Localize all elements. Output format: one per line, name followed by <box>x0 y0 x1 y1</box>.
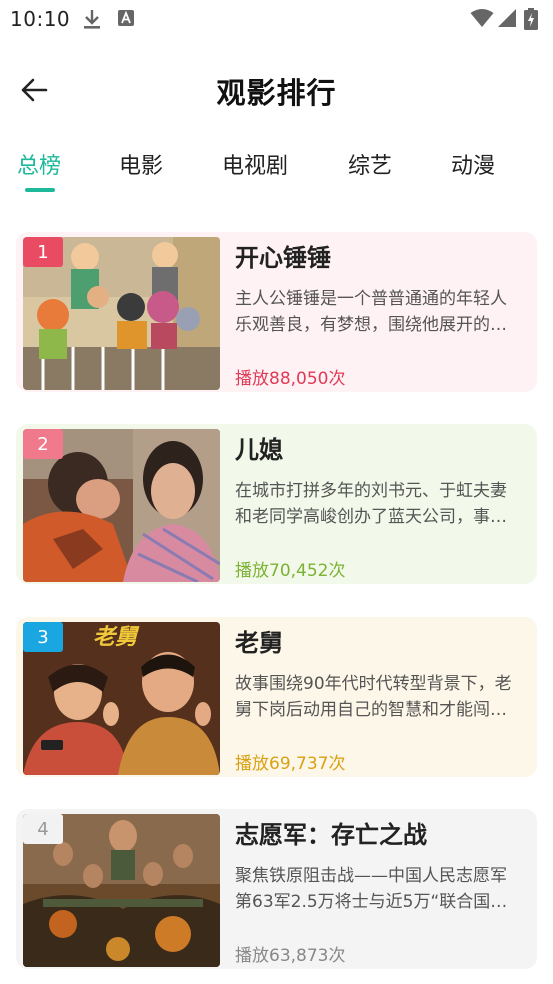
download-icon <box>82 8 102 34</box>
battery-charging-icon <box>524 8 538 34</box>
poster-thumbnail: 2 <box>23 429 220 582</box>
poster-thumbnail: 3 老舅 <box>23 622 220 775</box>
ranking-item[interactable]: 1 开心锤锤 主人公锤锤是一个普普通通的年轻人乐观善良，有梦想，围绕他展开的各种… <box>16 232 537 392</box>
item-title: 老舅 <box>235 629 283 657</box>
category-tabs: 总榜 电影 电视剧 综艺 动漫 <box>0 148 553 198</box>
poster-thumbnail: 4 <box>23 814 220 967</box>
page-title: 观影排行 <box>216 76 337 110</box>
ranking-item[interactable]: 2 儿媳 在城市打拼多年的刘书元、于虹夫妻和老同学高峻创办了蓝天公司，事业蒸蒸日… <box>16 424 537 584</box>
active-tab-indicator <box>25 188 55 192</box>
rank-badge: 1 <box>23 237 63 267</box>
item-title: 志愿军：存亡之战 <box>235 821 427 849</box>
a-box-icon <box>117 8 135 32</box>
item-title: 开心锤锤 <box>235 244 331 272</box>
play-count: 播放88,050次 <box>235 369 346 389</box>
wifi-icon <box>470 8 494 32</box>
play-count: 播放70,452次 <box>235 561 346 581</box>
play-count: 播放69,737次 <box>235 754 346 774</box>
top-app-bar: 观影排行 <box>0 58 553 122</box>
item-description: 聚焦铁原阻击战——中国人民志愿军第63军2.5万将士与近5万“联合国军”鏖战 <box>235 866 507 912</box>
tab-overall[interactable]: 总榜 <box>17 148 61 180</box>
rank-badge: 3 <box>23 622 63 652</box>
item-description: 故事围绕90年代时代转型背景下，老舅下岗后动用自己的智慧和才能闯荡社会 <box>235 674 512 720</box>
poster-thumbnail: 1 <box>23 237 220 390</box>
tab-anime[interactable]: 动漫 <box>451 148 495 180</box>
ranking-item[interactable]: 4 志愿军：存亡之战 聚焦铁原阻击战——中国人民志愿军第63军2.5万将士与近5… <box>16 809 537 969</box>
rank-badge: 4 <box>23 814 63 844</box>
item-title: 儿媳 <box>235 436 283 464</box>
signal-icon <box>497 8 517 32</box>
ranking-item[interactable]: 3 老舅 老舅 故事围绕90年代时代转型背景下，老舅下岗后动用自己的智慧和才能闯… <box>16 617 537 777</box>
status-time: 10:10 <box>10 7 71 31</box>
item-description: 主人公锤锤是一个普普通通的年轻人乐观善良，有梦想，围绕他展开的各种故事 <box>235 289 507 335</box>
status-bar: 10:10 <box>0 0 553 38</box>
tab-variety[interactable]: 综艺 <box>348 148 392 180</box>
tab-tv-series[interactable]: 电视剧 <box>222 148 288 180</box>
play-count: 播放63,873次 <box>235 946 346 966</box>
svg-text:老舅: 老舅 <box>93 625 140 650</box>
rank-badge: 2 <box>23 429 63 459</box>
tab-movies[interactable]: 电影 <box>119 148 163 180</box>
item-description: 在城市打拼多年的刘书元、于虹夫妻和老同学高峻创办了蓝天公司，事业蒸蒸日上 <box>235 481 507 527</box>
